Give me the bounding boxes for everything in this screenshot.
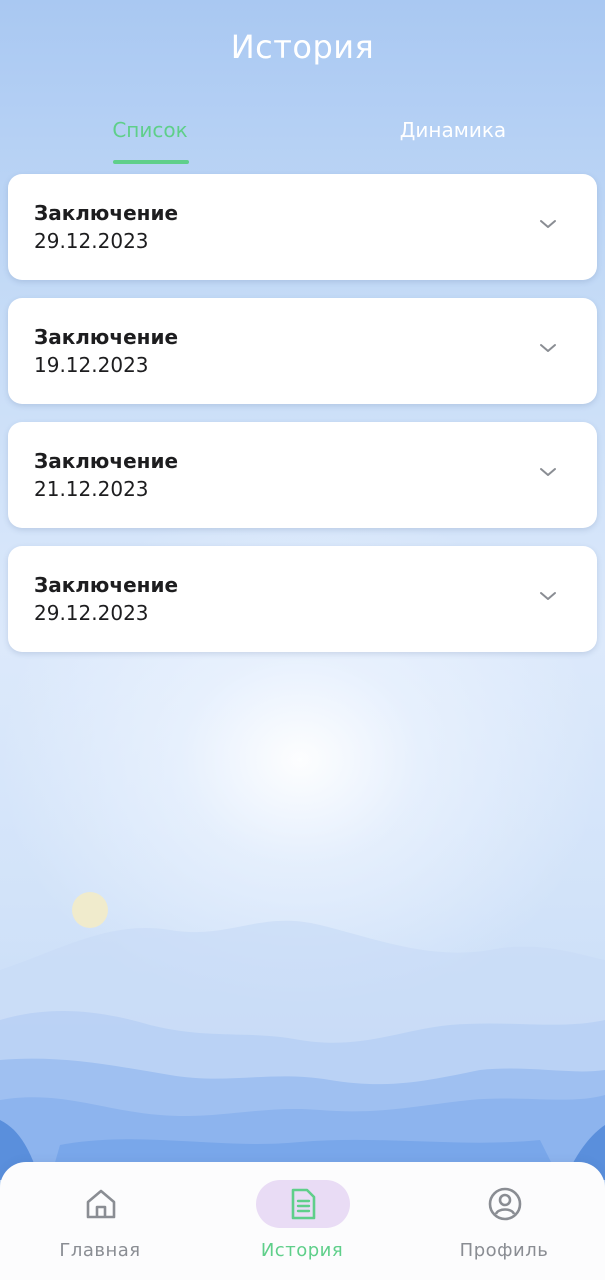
record-date: 19.12.2023 [34,353,149,377]
records-list: Заключение 29.12.2023 Заключение 19.12.2… [8,174,597,670]
record-date: 29.12.2023 [34,601,149,625]
bottom-navigation: Главная История Профиль [0,1162,605,1280]
nav-history-icon-wrap [256,1180,350,1228]
record-date: 21.12.2023 [34,477,149,501]
tab-dynamics[interactable]: Динамика [363,118,543,142]
chevron-down-icon[interactable] [539,590,557,602]
nav-profile-label: Профиль [459,1240,549,1261]
active-tab-indicator [113,160,189,164]
nav-home-icon-wrap [54,1180,148,1228]
record-date: 29.12.2023 [34,229,149,253]
record-card[interactable]: Заключение 19.12.2023 [8,298,597,404]
chevron-down-icon[interactable] [539,218,557,230]
tab-list[interactable]: Список [60,118,240,142]
record-title: Заключение [34,449,179,473]
chevron-down-icon[interactable] [539,466,557,478]
record-card[interactable]: Заключение 21.12.2023 [8,422,597,528]
mountains-background [0,920,605,1180]
record-title: Заключение [34,573,179,597]
nav-profile-icon-wrap [458,1180,552,1228]
nav-history-label: История [260,1240,344,1261]
record-title: Заключение [34,201,179,225]
page-title: История [230,28,375,66]
document-icon [291,1188,316,1220]
nav-home-label: Главная [59,1240,141,1261]
nav-home[interactable]: Главная [20,1162,180,1280]
chevron-down-icon[interactable] [539,342,557,354]
tab-bar: Список Динамика [0,112,605,166]
record-card[interactable]: Заключение 29.12.2023 [8,174,597,280]
nav-profile[interactable]: Профиль [424,1162,584,1280]
nav-history[interactable]: История [222,1162,382,1280]
record-card[interactable]: Заключение 29.12.2023 [8,546,597,652]
home-icon [86,1189,116,1219]
record-title: Заключение [34,325,179,349]
profile-icon [488,1187,522,1221]
